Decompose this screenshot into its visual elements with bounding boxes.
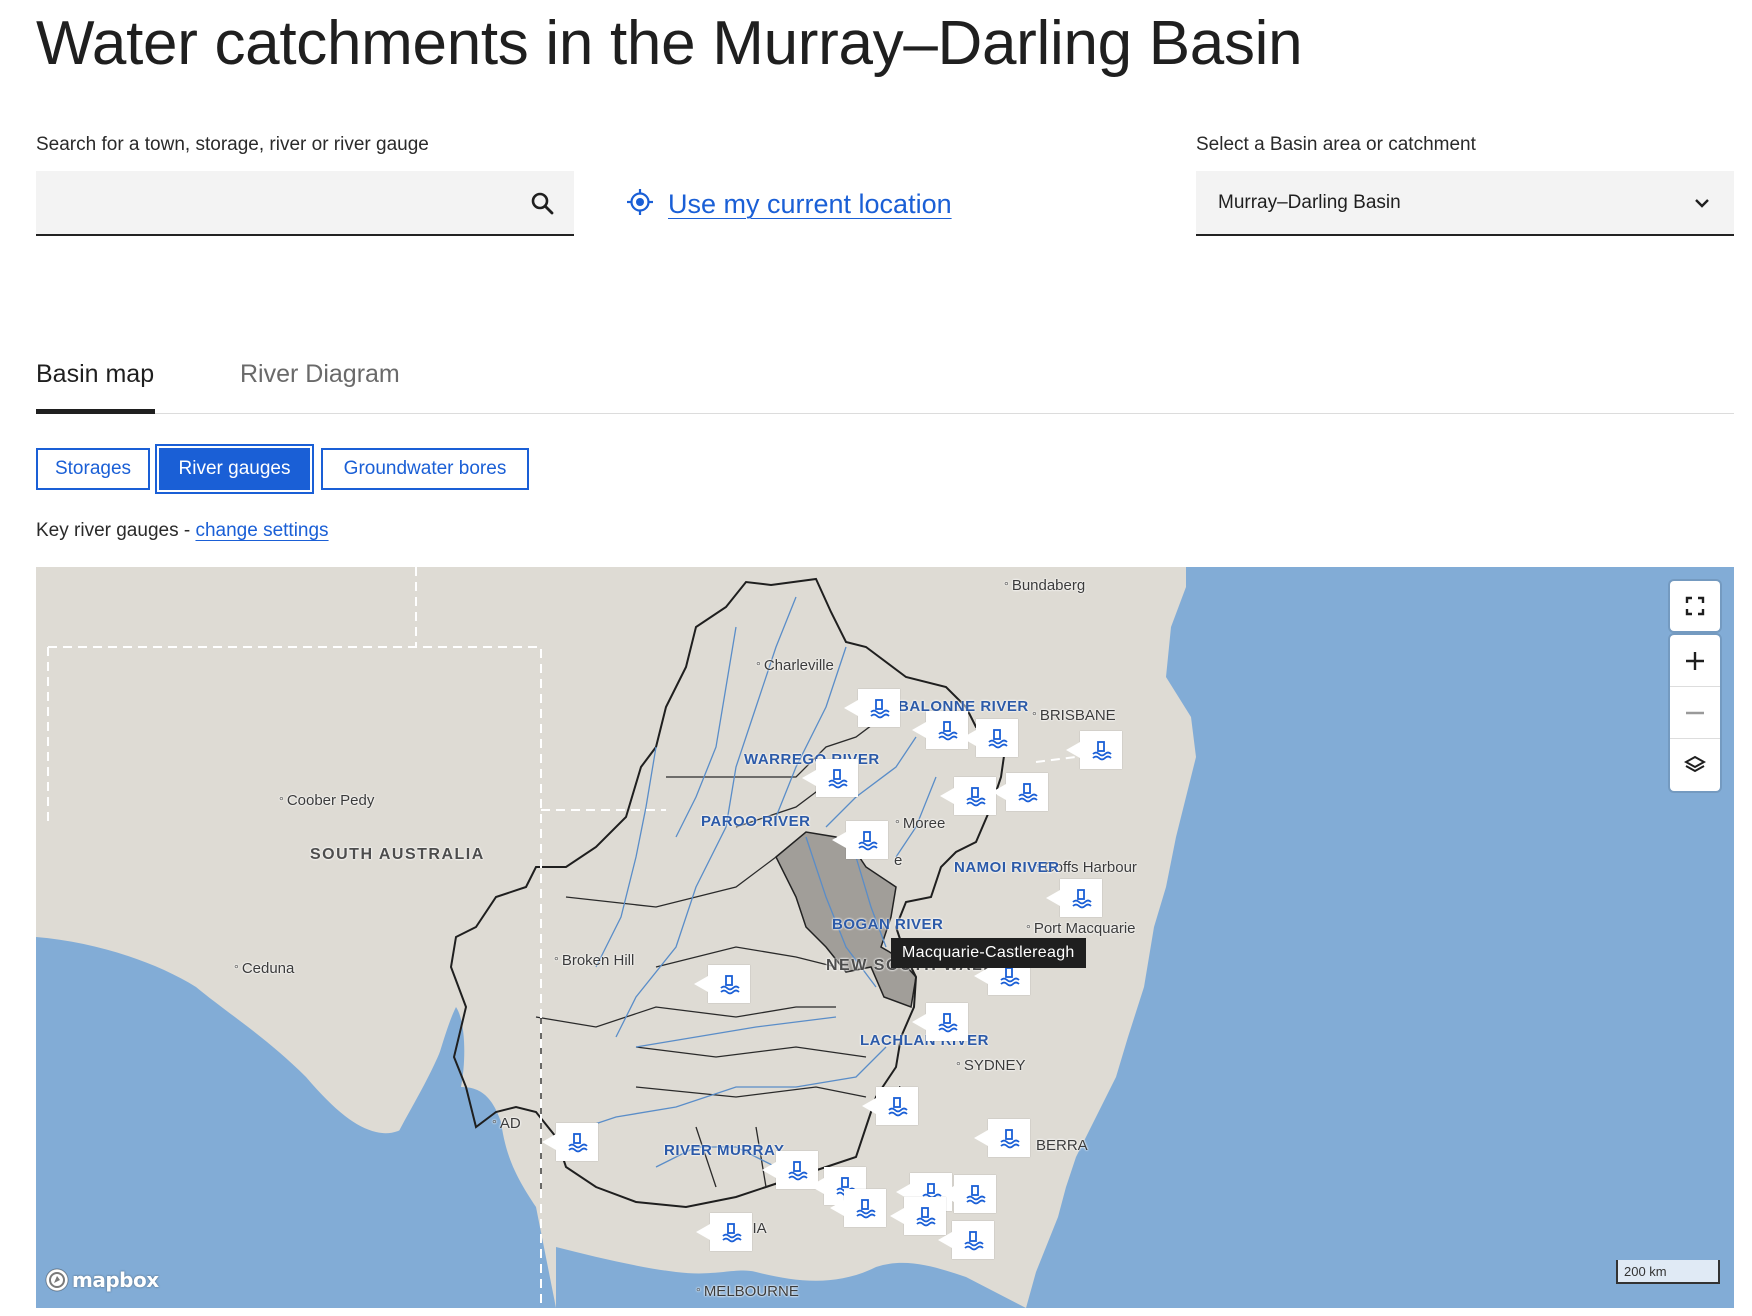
river-namoi: NAMOI RIVER: [954, 859, 1060, 876]
river-gauge-icon: [1000, 967, 1020, 987]
search-label: Search for a town, storage, river or riv…: [36, 134, 429, 155]
river-gauge-marker[interactable]: [802, 759, 858, 797]
river-gauge-marker[interactable]: [862, 1087, 918, 1125]
river-gauge-marker[interactable]: [694, 965, 750, 1003]
river-gauge-icon: [888, 1097, 908, 1117]
river-gauge-icon: [1018, 783, 1038, 803]
fullscreen-icon: [1685, 596, 1705, 616]
area-select[interactable]: Murray–Darling Basin: [1196, 171, 1734, 236]
river-gauge-marker[interactable]: [696, 1213, 752, 1251]
river-gauge-icon: [568, 1133, 588, 1153]
storages-button[interactable]: Storages: [36, 448, 150, 490]
city-sydney: SYDNEY: [956, 1057, 1026, 1074]
mapbox-icon: [45, 1268, 69, 1292]
river-gauge-icon: [856, 1199, 876, 1219]
river-bogan: BOGAN RIVER: [832, 916, 944, 933]
river-gauge-marker[interactable]: [940, 777, 996, 815]
use-current-location-link[interactable]: Use my current location: [626, 188, 952, 221]
city-ceduna: Ceduna: [234, 960, 295, 977]
river-gauge-marker[interactable]: [940, 1175, 996, 1213]
river-gauge-marker[interactable]: [992, 773, 1048, 811]
zoom-out-button[interactable]: [1670, 687, 1720, 739]
river-gauge-icon: [828, 769, 848, 789]
crosshair-icon: [626, 188, 654, 221]
river-gauges-button[interactable]: River gauges: [159, 448, 310, 490]
river-warrego: WARREGO RIVER: [744, 751, 880, 768]
city-canberra: BERRA: [1036, 1137, 1088, 1154]
mapbox-wordmark: mapbox: [72, 1268, 159, 1292]
groundwater-bores-button[interactable]: Groundwater bores: [321, 448, 529, 490]
area-select-value: Murray–Darling Basin: [1218, 192, 1401, 213]
change-settings-link[interactable]: change settings: [195, 520, 328, 541]
label-fragment-e: e: [894, 852, 903, 869]
city-brisbane: BRISBANE: [1032, 707, 1116, 724]
river-gauge-icon: [788, 1161, 808, 1181]
river-gauge-marker[interactable]: [912, 1003, 968, 1041]
river-gauge-icon: [1092, 741, 1112, 761]
river-gauge-icon: [870, 699, 890, 719]
chevron-down-icon: [1692, 193, 1712, 213]
river-murray: RIVER MURRAY: [664, 1142, 785, 1159]
city-bundaberg: Bundaberg: [1004, 577, 1085, 594]
minus-icon: [1686, 711, 1704, 714]
river-gauge-marker[interactable]: [830, 1189, 886, 1227]
river-gauge-icon: [722, 1223, 742, 1243]
zoom-in-button[interactable]: [1670, 635, 1720, 687]
basin-map[interactable]: Bundaberg Charleville BRISBANE Coober Pe…: [36, 567, 1734, 1308]
layers-button[interactable]: [1670, 739, 1720, 791]
river-gauge-icon: [1000, 1129, 1020, 1149]
river-gauge-icon: [1072, 889, 1092, 909]
area-select-label: Select a Basin area or catchment: [1196, 134, 1476, 155]
map-scale-bar: 200 km: [1616, 1260, 1720, 1284]
view-tabs: Basin map River Diagram: [36, 360, 1734, 414]
river-gauge-icon: [988, 729, 1008, 749]
search-input[interactable]: [36, 171, 506, 234]
river-gauge-icon: [916, 1207, 936, 1227]
fullscreen-button[interactable]: [1670, 581, 1720, 631]
tab-river-diagram[interactable]: River Diagram: [240, 360, 400, 413]
plus-icon: [1686, 651, 1704, 670]
page-title: Water catchments in the Murray–Darling B…: [36, 9, 1303, 78]
river-gauge-icon: [938, 721, 958, 741]
city-broken-hill: Broken Hill: [554, 952, 635, 969]
river-lachlan: LACHLAN RIVER: [860, 1032, 989, 1049]
river-gauge-marker[interactable]: [542, 1123, 598, 1161]
city-melbourne: MELBOURNE: [696, 1283, 799, 1300]
key-gauges-line: Key river gauges - change settings: [36, 520, 329, 542]
city-moree: Moree: [895, 815, 946, 832]
river-gauge-marker[interactable]: [974, 1119, 1030, 1157]
city-adelaide: AD: [492, 1115, 521, 1132]
river-gauge-icon: [938, 1013, 958, 1033]
river-gauge-marker[interactable]: [1046, 879, 1102, 917]
river-gauge-icon: [720, 975, 740, 995]
map-zoom-controls: [1670, 635, 1720, 791]
city-charleville: Charleville: [756, 657, 834, 674]
use-current-location-label[interactable]: Use my current location: [668, 189, 952, 220]
river-gauge-marker[interactable]: [962, 719, 1018, 757]
river-gauge-marker[interactable]: [938, 1221, 994, 1259]
river-gauge-icon: [858, 831, 878, 851]
layers-icon: [1684, 755, 1706, 773]
river-gauge-marker[interactable]: [844, 689, 900, 727]
river-gauge-marker[interactable]: [832, 821, 888, 859]
search-icon[interactable]: [530, 191, 556, 217]
river-gauge-marker[interactable]: [1066, 731, 1122, 769]
state-south-australia: SOUTH AUSTRALIA: [310, 846, 485, 863]
river-paroo: PAROO RIVER: [701, 813, 811, 830]
river-gauge-icon: [966, 1185, 986, 1205]
city-coober-pedy: Coober Pedy: [279, 792, 375, 809]
tab-basin-map[interactable]: Basin map: [36, 360, 155, 414]
catchment-tooltip: Macquarie-Castlereagh: [891, 938, 1086, 968]
search-box[interactable]: [36, 171, 574, 236]
river-gauge-icon: [966, 787, 986, 807]
river-gauge-icon: [964, 1231, 984, 1251]
key-gauges-text: Key river gauges -: [36, 520, 196, 541]
river-gauge-marker[interactable]: [890, 1197, 946, 1235]
mapbox-logo[interactable]: mapbox: [44, 1267, 159, 1293]
city-port-macquarie: Port Macquarie: [1026, 920, 1136, 937]
